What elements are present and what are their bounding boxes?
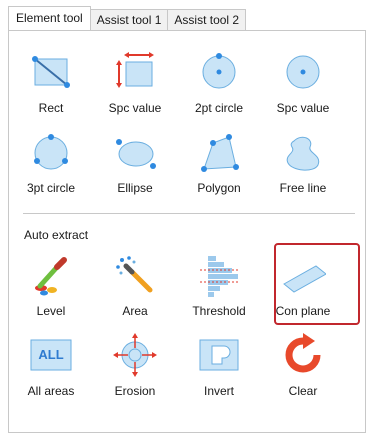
two-point-circle-label: 2pt circle: [194, 101, 244, 115]
free-line-label: Free line: [279, 181, 327, 195]
spc-value-rect-tool[interactable]: Spc value: [93, 45, 177, 125]
polygon-icon: [196, 129, 242, 175]
clear-icon: [280, 332, 326, 378]
spc-value-icon: [112, 49, 158, 95]
tool-panel: Rect Spc value 2pt circle Spc value 3pt …: [8, 30, 366, 433]
area-tool[interactable]: Area: [93, 248, 177, 328]
rect-label: Rect: [38, 101, 64, 115]
rect-icon: [28, 49, 74, 95]
tab-assist-tool-1[interactable]: Assist tool 1: [89, 9, 169, 30]
free-line-icon: [280, 129, 326, 175]
tab-element-tool[interactable]: Element tool: [8, 6, 91, 30]
ellipse-icon: [112, 129, 158, 175]
tab-assist-tool-2[interactable]: Assist tool 2: [167, 9, 247, 30]
invert-tool[interactable]: Invert: [177, 328, 261, 408]
con-plane-highlight: [274, 243, 360, 325]
threshold-label: Threshold: [192, 304, 246, 318]
three-point-circle-tool[interactable]: 3pt circle: [9, 125, 93, 205]
erosion-label: Erosion: [114, 384, 156, 398]
clear-tool[interactable]: Clear: [261, 328, 345, 408]
all-areas-badge: ALL: [38, 347, 64, 362]
level-tool[interactable]: Level: [9, 248, 93, 328]
area-label: Area: [122, 304, 148, 318]
three-point-circle-icon: [28, 129, 74, 175]
invert-label: Invert: [203, 384, 234, 398]
invert-icon: [196, 332, 242, 378]
all-areas-tool[interactable]: ALL All areas: [9, 328, 93, 408]
section-divider: [23, 213, 355, 214]
polygon-label: Polygon: [197, 181, 241, 195]
all-areas-label: All areas: [27, 384, 75, 398]
area-wand-icon: [112, 252, 158, 298]
erosion-icon: [112, 332, 158, 378]
threshold-icon: [196, 252, 242, 298]
threshold-tool[interactable]: Threshold: [177, 248, 261, 328]
two-point-circle-icon: [196, 49, 242, 95]
element-tools-grid: Rect Spc value 2pt circle Spc value 3pt …: [9, 45, 345, 205]
polygon-tool[interactable]: Polygon: [177, 125, 261, 205]
ellipse-label: Ellipse: [117, 181, 153, 195]
free-line-tool[interactable]: Free line: [261, 125, 345, 205]
ellipse-tool[interactable]: Ellipse: [93, 125, 177, 205]
spc-value-circle-icon: [280, 49, 326, 95]
tab-bar: Element tool Assist tool 1 Assist tool 2: [8, 6, 247, 30]
spc-value-rect-label: Spc value: [108, 101, 162, 115]
three-point-circle-label: 3pt circle: [26, 181, 76, 195]
spc-value-circle-tool[interactable]: Spc value: [261, 45, 345, 125]
level-label: Level: [36, 304, 66, 318]
clear-label: Clear: [288, 384, 318, 398]
rect-tool[interactable]: Rect: [9, 45, 93, 125]
spc-value-circle-label: Spc value: [276, 101, 330, 115]
auto-extract-title: Auto extract: [24, 228, 89, 242]
erosion-tool[interactable]: Erosion: [93, 328, 177, 408]
two-point-circle-tool[interactable]: 2pt circle: [177, 45, 261, 125]
level-dropper-icon: [28, 252, 74, 298]
